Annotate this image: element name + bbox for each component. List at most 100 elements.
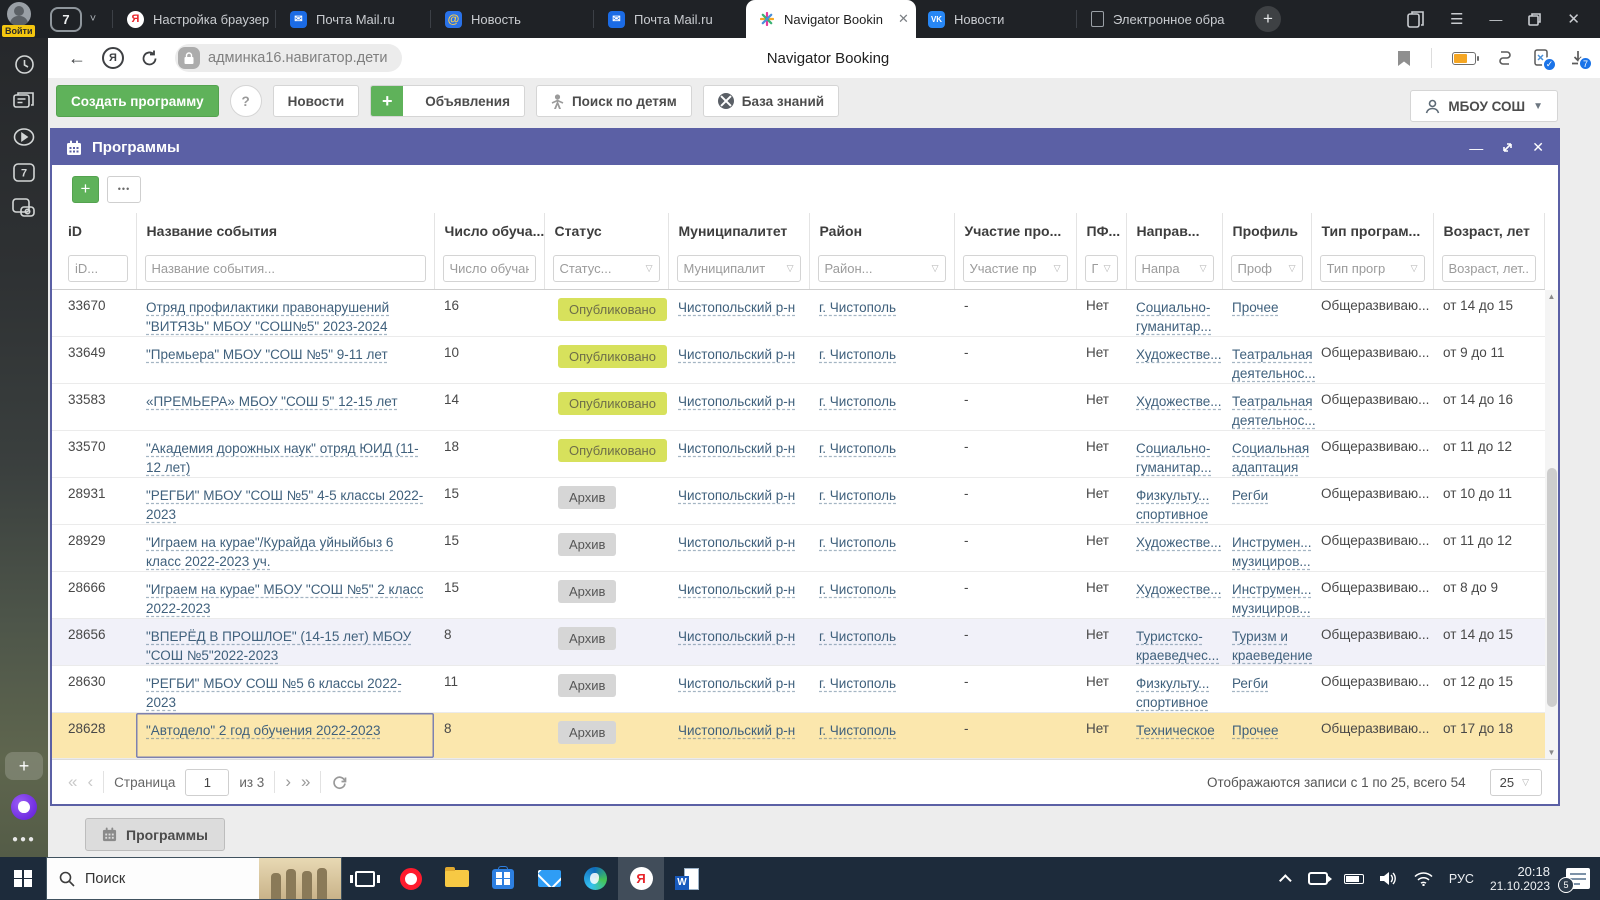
task-view-button[interactable] xyxy=(342,857,388,900)
table-row[interactable]: 28931 "РЕГБИ" МБОУ "СОШ №5" 4-5 классы 2… xyxy=(52,477,1545,524)
sidebar-more-icon[interactable]: ●●● xyxy=(12,834,36,845)
tabs-panel-icon[interactable]: 7 xyxy=(13,163,35,182)
tab-browser-settings[interactable]: Я Настройка браузер xyxy=(115,0,273,38)
filter-input[interactable] xyxy=(444,256,535,281)
side-panel-icon[interactable] xyxy=(1407,11,1424,28)
municipality-link[interactable]: Чистопольский р-н xyxy=(678,535,795,550)
profile-link[interactable]: Инструмен... музициров... xyxy=(1232,580,1312,618)
more-actions-button[interactable]: ••• xyxy=(107,176,141,203)
program-name-link[interactable]: Отряд профилактики правонарушений "ВИТЯЗ… xyxy=(146,300,389,334)
district-link[interactable]: г. Чистополь xyxy=(819,347,896,362)
filter-select[interactable] xyxy=(678,256,787,281)
tab-list-chevron-icon[interactable]: ˅ xyxy=(82,13,104,25)
edge-taskbar-icon[interactable] xyxy=(572,857,618,900)
dropdown-arrow-icon[interactable]: ▽ xyxy=(646,263,659,274)
sidebar-add-button[interactable]: + xyxy=(5,752,43,780)
filter-select[interactable] xyxy=(1086,256,1104,281)
table-row[interactable]: 28929 "Играем на курае"/Курайда уйныйбыз… xyxy=(52,524,1545,571)
first-page-button[interactable]: « xyxy=(68,772,77,792)
table-row[interactable]: 28630 "РЕГБИ" МБОУ СОШ №5 6 классы 2022-… xyxy=(52,665,1545,712)
news-button[interactable]: Новости xyxy=(273,85,360,117)
table-row[interactable]: 33670 Отряд профилактики правонарушений … xyxy=(52,289,1545,336)
program-name-link[interactable]: "Академия дорожных наук" отряд ЮИД (11-1… xyxy=(146,441,419,475)
table-row[interactable]: 33570 "Академия дорожных наук" отряд ЮИД… xyxy=(52,430,1545,477)
district-link[interactable]: г. Чистополь xyxy=(819,488,896,503)
filter-select[interactable] xyxy=(964,256,1054,281)
feed-icon[interactable] xyxy=(13,91,35,111)
next-page-button[interactable]: › xyxy=(285,772,291,792)
notifications-icon[interactable]: 5 xyxy=(1566,868,1590,889)
direction-link[interactable]: Художестве... xyxy=(1136,345,1222,364)
program-name-link[interactable]: "ВПЕРЁД В ПРОШЛОЕ" (14-15 лет) МБОУ "СОШ… xyxy=(146,629,411,663)
profile-link[interactable]: Инструмен... музициров... xyxy=(1232,533,1312,571)
battery-icon[interactable] xyxy=(1452,52,1476,65)
filter-input[interactable] xyxy=(1443,256,1536,281)
column-header[interactable]: Район xyxy=(809,213,954,249)
profile-link[interactable]: Прочее xyxy=(1232,721,1278,740)
column-header[interactable]: iD xyxy=(52,213,136,249)
column-header[interactable]: Участие про... xyxy=(954,213,1076,249)
filter-input[interactable] xyxy=(69,256,127,281)
dropdown-arrow-icon[interactable]: ▽ xyxy=(1411,263,1424,274)
district-link[interactable]: г. Чистополь xyxy=(819,535,896,550)
profile-link[interactable]: Театральная деятельнос... xyxy=(1232,392,1316,430)
tab-navigator-active[interactable]: Navigator Bookin ✕ xyxy=(746,0,916,38)
opera-taskbar-icon[interactable] xyxy=(388,857,434,900)
lock-icon[interactable] xyxy=(178,47,200,69)
history-icon[interactable] xyxy=(14,54,35,75)
filter-select[interactable] xyxy=(1136,256,1200,281)
browser-signin[interactable]: Войти xyxy=(0,0,38,38)
filter-input[interactable] xyxy=(146,256,425,281)
program-name-link[interactable]: "РЕГБИ" МБОУ СОШ №5 6 классы 2022-2023 xyxy=(146,676,402,710)
screenshot-icon[interactable] xyxy=(12,198,36,218)
word-taskbar-icon[interactable]: W xyxy=(664,857,710,900)
tab-counter-button[interactable]: 7 xyxy=(50,7,82,32)
profile-link[interactable]: Прочее xyxy=(1232,298,1278,317)
municipality-link[interactable]: Чистопольский р-н xyxy=(678,676,795,691)
direction-link[interactable]: Социально- гуманитар... xyxy=(1136,298,1212,336)
bookmark-icon[interactable] xyxy=(1397,50,1411,67)
direction-link[interactable]: Физкульту... спортивное xyxy=(1136,486,1209,524)
tab-mail-1[interactable]: ✉ Почта Mail.ru xyxy=(278,0,428,38)
tab-education[interactable]: Электронное обра xyxy=(1079,0,1241,38)
mail-taskbar-icon[interactable] xyxy=(526,857,572,900)
filter-select[interactable] xyxy=(554,256,646,281)
dropdown-arrow-icon[interactable]: ▽ xyxy=(787,263,800,274)
filter-select[interactable] xyxy=(819,256,932,281)
account-button[interactable]: МБОУ СОШ ▼ xyxy=(1410,90,1558,122)
municipality-link[interactable]: Чистопольский р-н xyxy=(678,394,795,409)
column-header[interactable]: ПФ... xyxy=(1076,213,1126,249)
downloads-icon[interactable]: 7 xyxy=(1570,50,1586,66)
file-explorer-taskbar-icon[interactable] xyxy=(434,857,480,900)
page-edit-icon[interactable]: ✓ xyxy=(1534,49,1550,67)
window-resize-icon[interactable] xyxy=(1501,141,1514,154)
refresh-icon[interactable] xyxy=(331,774,348,791)
program-name-link[interactable]: "РЕГБИ" МБОУ "СОШ №5" 4-5 классы 2022-20… xyxy=(146,488,423,522)
filter-select[interactable] xyxy=(1232,256,1289,281)
dropdown-arrow-icon[interactable]: ▽ xyxy=(1054,263,1067,274)
column-header[interactable]: Муниципалитет xyxy=(668,213,809,249)
tray-battery-icon[interactable] xyxy=(1344,874,1364,884)
direction-link[interactable]: Художестве... xyxy=(1136,580,1222,599)
minimize-window-icon[interactable]: — xyxy=(1489,12,1502,27)
address-bar[interactable]: админка16.навигатор.дети xyxy=(175,44,402,72)
dropdown-arrow-icon[interactable]: ▽ xyxy=(1104,263,1117,274)
help-button[interactable]: ? xyxy=(230,85,262,117)
direction-link[interactable]: Физкульту... спортивное xyxy=(1136,674,1209,712)
profile-link[interactable]: Регби xyxy=(1232,486,1268,505)
wifi-icon[interactable] xyxy=(1414,872,1433,886)
scroll-down-icon[interactable]: ▼ xyxy=(1545,746,1558,759)
tab-mail-2[interactable]: ✉ Почта Mail.ru xyxy=(596,0,746,38)
table-row[interactable]: 33583 «ПРЕМЬЕРА» МБОУ "СОШ 5" 12-15 лет … xyxy=(52,383,1545,430)
maximize-window-icon[interactable] xyxy=(1528,13,1541,26)
district-link[interactable]: г. Чистополь xyxy=(819,582,896,597)
table-row[interactable]: 28628 "Автодело" 2 год обучения 2022-202… xyxy=(52,712,1545,758)
table-row[interactable]: 28656 "ВПЕРЁД В ПРОШЛОЕ" (14-15 лет) МБО… xyxy=(52,618,1545,665)
direction-link[interactable]: Художестве... xyxy=(1136,392,1222,411)
scrollbar-thumb[interactable] xyxy=(1547,468,1557,707)
window-close-icon[interactable]: ✕ xyxy=(1532,139,1544,156)
programs-taskbar-button[interactable]: Программы xyxy=(85,818,225,851)
hidden-icons-chevron[interactable] xyxy=(1279,874,1292,887)
dropdown-arrow-icon[interactable]: ▽ xyxy=(1289,263,1302,274)
municipality-link[interactable]: Чистопольский р-н xyxy=(678,441,795,456)
